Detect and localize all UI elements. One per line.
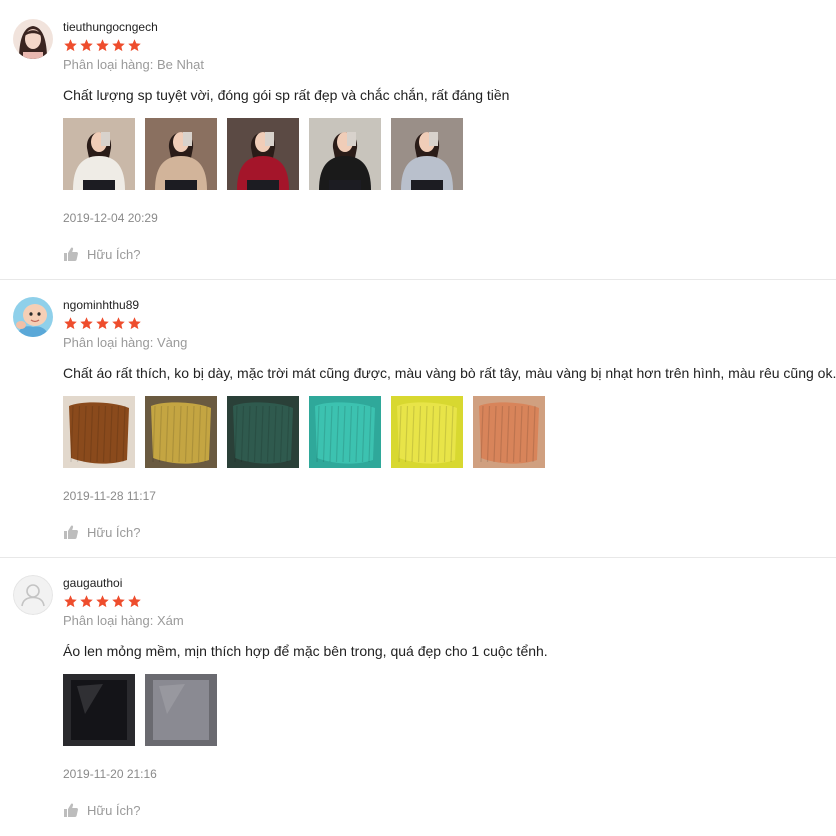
user-avatar[interactable] xyxy=(13,19,53,59)
helpful-button[interactable]: Hữu Ích? xyxy=(63,801,141,819)
user-avatar[interactable] xyxy=(13,575,53,615)
helpful-label: Hữu Ích? xyxy=(87,524,141,540)
photo-beige-sweater[interactable] xyxy=(63,118,135,190)
product-variant: Phân loại hàng: Xám xyxy=(63,613,184,628)
star-icon xyxy=(63,594,78,609)
star-icon xyxy=(111,38,126,53)
review-date: 2019-11-20 21:16 xyxy=(63,767,157,781)
thumbs-up-icon xyxy=(63,524,79,540)
star-icon xyxy=(63,316,78,331)
photo-black-packaged[interactable] xyxy=(63,674,135,746)
review-comment: Áo len mỏng mềm, mịn thích hợp để mặc bê… xyxy=(63,643,548,659)
photo-tan-sweater[interactable] xyxy=(145,118,217,190)
photo-orange-knit[interactable] xyxy=(473,396,545,468)
photo-grey-packaged[interactable] xyxy=(145,674,217,746)
star-icon xyxy=(79,594,94,609)
star-icon xyxy=(127,38,142,53)
photo-green-knit[interactable] xyxy=(227,396,299,468)
star-icon xyxy=(79,316,94,331)
username[interactable]: tieuthungocngech xyxy=(63,20,158,34)
helpful-button[interactable]: Hữu Ích? xyxy=(63,523,141,541)
username[interactable]: ngominhthu89 xyxy=(63,298,139,312)
star-icon xyxy=(95,38,110,53)
helpful-label: Hữu Ích? xyxy=(87,246,141,262)
review-comment: Chất áo rất thích, ko bị dày, mặc trời m… xyxy=(63,365,836,381)
review-item: gaugauthoi Phân loại hàng: Xám Áo len mỏ… xyxy=(0,556,836,834)
review-comment: Chất lượng sp tuyệt vời, đóng gói sp rất… xyxy=(63,87,510,103)
review-photos xyxy=(63,674,217,746)
helpful-label: Hữu Ích? xyxy=(87,802,141,818)
photo-black-sweater[interactable] xyxy=(309,118,381,190)
product-variant: Phân loại hàng: Be Nhạt xyxy=(63,57,204,72)
helpful-button[interactable]: Hữu Ích? xyxy=(63,245,141,263)
review-date: 2019-11-28 11:17 xyxy=(63,489,156,503)
user-avatar[interactable] xyxy=(13,297,53,337)
star-icon xyxy=(79,38,94,53)
star-icon xyxy=(111,594,126,609)
star-icon xyxy=(95,316,110,331)
star-icon xyxy=(63,38,78,53)
review-item: tieuthungocngech Phân loại hàng: Be Nhạt… xyxy=(0,0,836,278)
review-photos xyxy=(63,396,545,468)
photo-brown-knit[interactable] xyxy=(63,396,135,468)
star-icon xyxy=(111,316,126,331)
thumbs-up-icon xyxy=(63,246,79,262)
photo-mustard-knit[interactable] xyxy=(145,396,217,468)
review-item: ngominhthu89 Phân loại hàng: Vàng Chất á… xyxy=(0,278,836,556)
photo-yellow-knit[interactable] xyxy=(391,396,463,468)
star-icon xyxy=(95,594,110,609)
photo-red-sweater[interactable] xyxy=(227,118,299,190)
star-icon xyxy=(127,316,142,331)
review-photos xyxy=(63,118,463,190)
review-date: 2019-12-04 20:29 xyxy=(63,211,158,225)
star-icon xyxy=(127,594,142,609)
star-rating xyxy=(63,594,142,610)
photo-grey-sweater[interactable] xyxy=(391,118,463,190)
photo-teal-knit[interactable] xyxy=(309,396,381,468)
product-variant: Phân loại hàng: Vàng xyxy=(63,335,188,350)
username[interactable]: gaugauthoi xyxy=(63,576,122,590)
star-rating xyxy=(63,38,142,54)
star-rating xyxy=(63,316,142,332)
thumbs-up-icon xyxy=(63,802,79,818)
